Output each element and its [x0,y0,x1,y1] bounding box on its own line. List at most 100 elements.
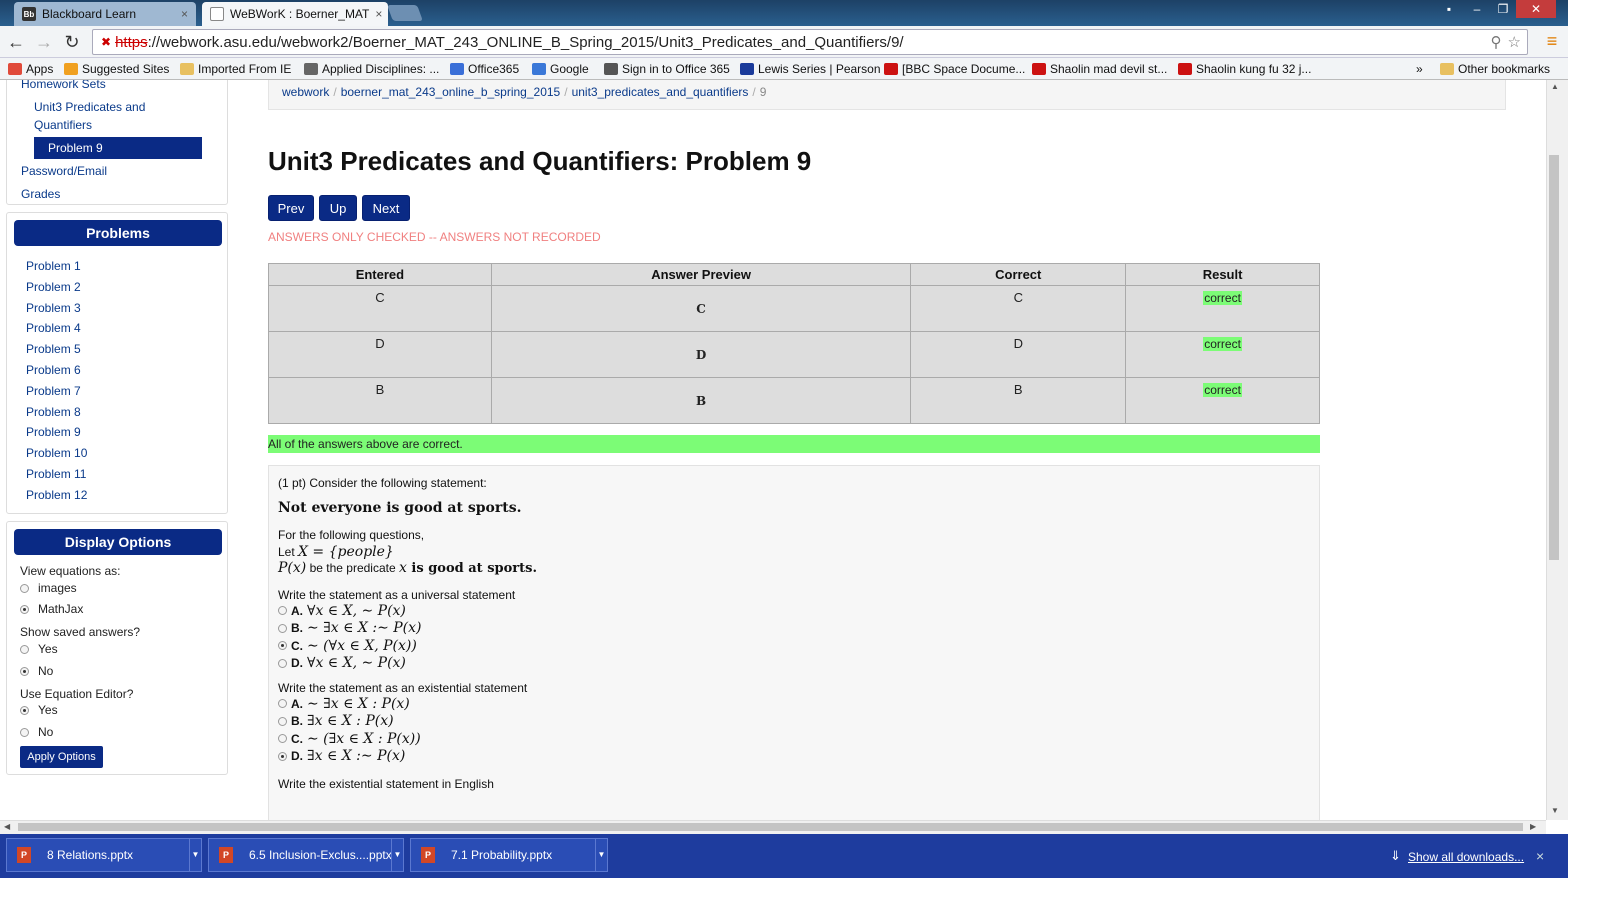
chevron-down-icon[interactable]: ▼ [391,839,403,871]
apply-options-button[interactable]: Apply Options [20,746,103,768]
back-arrow-icon[interactable]: ← [4,30,28,54]
download-item[interactable]: P 8 Relations.pptx ▼ [6,838,202,872]
correct-badge: correct [1203,337,1242,351]
bookmark-item[interactable]: Sign in to Office 365 [604,60,730,78]
current-problem-highlight[interactable]: Problem 9 [34,137,202,159]
header-answer-preview: Answer Preview [490,263,912,286]
choice-radio[interactable] [278,658,287,668]
bookmark-item[interactable]: Office365 [450,60,519,78]
forward-arrow-icon[interactable]: → [32,30,56,54]
sidebar-item-problem-5[interactable]: Problem 5 [26,342,81,356]
bookmark-item[interactable]: [BBC Space Docume... [884,60,1025,78]
sidebar-item-problem-12[interactable]: Problem 12 [26,488,87,502]
choice-radio[interactable] [278,699,287,709]
predicate-text: be the predicate [306,561,399,575]
prev-button[interactable]: Prev [268,195,314,221]
sidebar-item-problem-10[interactable]: Problem 10 [26,446,87,460]
bookmark-item[interactable]: Lewis Series | Pearson [740,60,881,78]
sidebar-item-problem-11[interactable]: Problem 11 [26,467,86,481]
correct-cell: C [910,285,1127,332]
tab-label: WeBWorK : Boerner_MAT [230,7,370,21]
radio-images[interactable] [20,584,29,593]
sidebar-item-problem-2[interactable]: Problem 2 [26,280,81,294]
bookmark-item[interactable]: Shaolin kung fu 32 j... [1178,60,1311,78]
vertical-scroll-thumb[interactable] [1549,155,1559,560]
current-set-link-cont[interactable]: Quantifiers [34,118,92,132]
password-email-link[interactable]: Password/Email [21,164,107,178]
choice-radio[interactable] [278,751,287,761]
scroll-down-icon[interactable]: ▼ [1551,806,1559,815]
horizontal-scroll-thumb[interactable] [18,823,1523,831]
choice-radio[interactable] [278,734,287,744]
close-downloads-icon[interactable]: × [1536,848,1544,864]
reload-icon[interactable]: ↻ [60,30,84,54]
show-all-downloads-link[interactable]: Show all downloads... [1408,850,1524,864]
radio-saved-no[interactable] [20,667,29,676]
grades-link[interactable]: Grades [21,187,60,201]
sidebar-item-problem-7[interactable]: Problem 7 [26,384,81,398]
choice-radio[interactable] [278,641,287,651]
bookmark-item[interactable]: Suggested Sites [64,60,169,78]
radio-mathjax[interactable] [20,605,29,614]
choice-option[interactable]: D. ∃x ∈ X :∼ P(x) [278,748,1310,766]
page-title: Unit3 Predicates and Quantifiers: Proble… [268,146,812,176]
choice-option[interactable]: D. ∀x ∈ X, ∼ P(x) [278,655,1310,673]
entered-cell: C [268,285,492,332]
new-tab-button[interactable] [387,5,423,21]
choice-option[interactable]: B. ∃x ∈ X : P(x) [278,713,1310,731]
tab-blackboard[interactable]: Bb Blackboard Learn × [14,2,196,26]
scroll-left-icon[interactable]: ◀ [4,822,10,831]
other-bookmarks[interactable]: Other bookmarks [1440,60,1550,78]
sidebar-item-problem-9[interactable]: Problem 9 [26,425,81,439]
bookmark-item[interactable]: Google [532,60,589,78]
close-icon[interactable]: × [181,7,188,21]
choice-option[interactable]: A. ∼ ∃x ∈ X : P(x) [278,695,1310,713]
minimize-icon[interactable]: – [1464,0,1490,18]
tab-webwork[interactable]: WeBWorK : Boerner_MAT × [202,2,388,26]
choice-radio[interactable] [278,623,287,633]
scroll-up-icon[interactable]: ▲ [1551,82,1559,91]
chevron-down-icon[interactable]: ▼ [189,839,201,871]
close-icon[interactable]: × [375,7,382,21]
choice-radio[interactable] [278,716,287,726]
profile-icon[interactable]: ▪ [1436,0,1462,18]
sidebar-item-problem-4[interactable]: Problem 4 [26,321,81,335]
address-bar[interactable]: ✖ https ://webwork.asu.edu/webwork2/Boer… [92,29,1528,55]
correct-badge: correct [1203,291,1242,305]
chrome-menu-icon[interactable]: ≡ [1542,31,1562,53]
choice-math: ∼ (∃x ∈ X : P(x)) [307,730,421,747]
sidebar-item-problem-6[interactable]: Problem 6 [26,363,81,377]
sidebar-item-problem-1[interactable]: Problem 1 [26,259,81,273]
radio-editor-no[interactable] [20,728,29,737]
download-item[interactable]: P 7.1 Probability.pptx ▼ [410,838,608,872]
up-button[interactable]: Up [319,195,357,221]
download-item[interactable]: P 6.5 Inclusion-Exclus....pptx ▼ [208,838,404,872]
homework-sets-link[interactable]: Homework Sets [21,80,106,91]
restore-icon[interactable]: ❐ [1490,0,1516,18]
current-set-link[interactable]: Unit3 Predicates and [34,100,145,114]
bookmark-item[interactable]: Imported From IE [180,60,291,78]
bookmark-item[interactable]: Applied Disciplines: ... [304,60,439,78]
bookmark-star-icon[interactable]: ☆ [1508,33,1521,51]
choice-option[interactable]: C. ∼ (∃x ∈ X : P(x)) [278,730,1310,748]
choice-option[interactable]: B. ∼ ∃x ∈ X :∼ P(x) [278,620,1310,638]
sidebar-item-problem-3[interactable]: Problem 3 [26,301,81,315]
close-window-icon[interactable]: ✕ [1516,0,1556,18]
next-button[interactable]: Next [362,195,410,221]
sidebar-item-problem-8[interactable]: Problem 8 [26,405,81,419]
breadcrumb-course[interactable]: boerner_mat_243_online_b_spring_2015 [341,85,561,99]
bookmarks-overflow-icon[interactable]: » [1416,60,1423,78]
breadcrumb-webwork[interactable]: webwork [282,85,329,99]
radio-editor-yes[interactable] [20,706,29,715]
bookmark-item[interactable]: Shaolin mad devil st... [1032,60,1167,78]
choice-option[interactable]: C. ∼ (∀x ∈ X, P(x)) [278,637,1310,655]
choice-radio[interactable] [278,606,287,616]
zoom-icon[interactable]: ⚲ [1491,33,1502,51]
problems-panel: Problems Problem 1 Problem 2 Problem 3 Prob… [6,212,228,514]
bookmark-item[interactable]: Apps [8,60,53,78]
scroll-right-icon[interactable]: ▶ [1530,822,1536,831]
chevron-down-icon[interactable]: ▼ [595,839,607,871]
breadcrumb-set[interactable]: unit3_predicates_and_quantifiers [572,85,749,99]
radio-saved-yes[interactable] [20,645,29,654]
choice-option[interactable]: A. ∀x ∈ X, ∼ P(x) [278,602,1310,620]
